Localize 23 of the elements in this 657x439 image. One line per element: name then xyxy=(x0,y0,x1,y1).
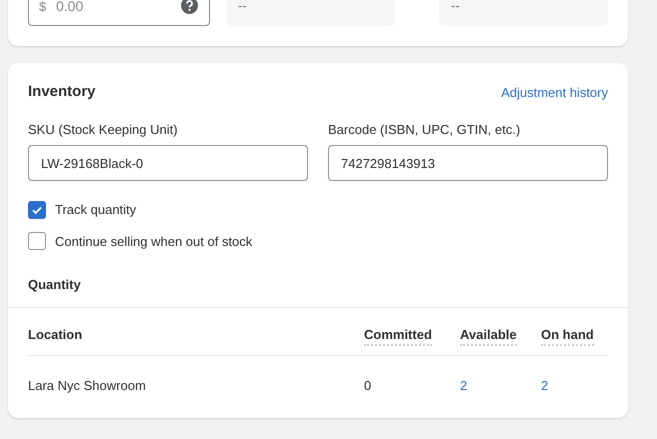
currency-prefix: $ xyxy=(39,0,46,16)
text-field[interactable]: LW-29168Black-0 xyxy=(28,145,308,181)
column-header: Location xyxy=(28,326,82,342)
column-header[interactable]: On hand xyxy=(541,326,594,346)
table-cell: 0 xyxy=(364,378,372,393)
column-header[interactable]: Available xyxy=(460,326,517,346)
section-title: Quantity xyxy=(27,276,82,294)
text-field[interactable]: 7427298143913 xyxy=(328,145,608,181)
quantity-link[interactable]: 2 xyxy=(460,378,468,393)
column-header[interactable]: Committed xyxy=(364,326,432,346)
field-label: Barcode (ISBN, UPC, GTIN, etc.) xyxy=(328,120,522,139)
quantity-link[interactable]: 2 xyxy=(541,378,548,393)
card-title: Inventory xyxy=(28,82,96,102)
field-label: SKU (Stock Keeping Unit) xyxy=(28,120,179,139)
help-icon[interactable] xyxy=(181,0,198,14)
checkbox-label: Track quantity xyxy=(55,201,136,219)
table-cell: Lara Nyc Showroom xyxy=(28,378,146,393)
checkbox[interactable] xyxy=(28,232,46,250)
summary-value: -- xyxy=(439,0,608,26)
checkbox-label: Continue selling when out of stock xyxy=(55,232,252,251)
checkbox[interactable] xyxy=(28,200,46,219)
adjustment-history-link[interactable]: Adjustment history xyxy=(501,82,608,102)
summary-value: -- xyxy=(226,0,395,26)
